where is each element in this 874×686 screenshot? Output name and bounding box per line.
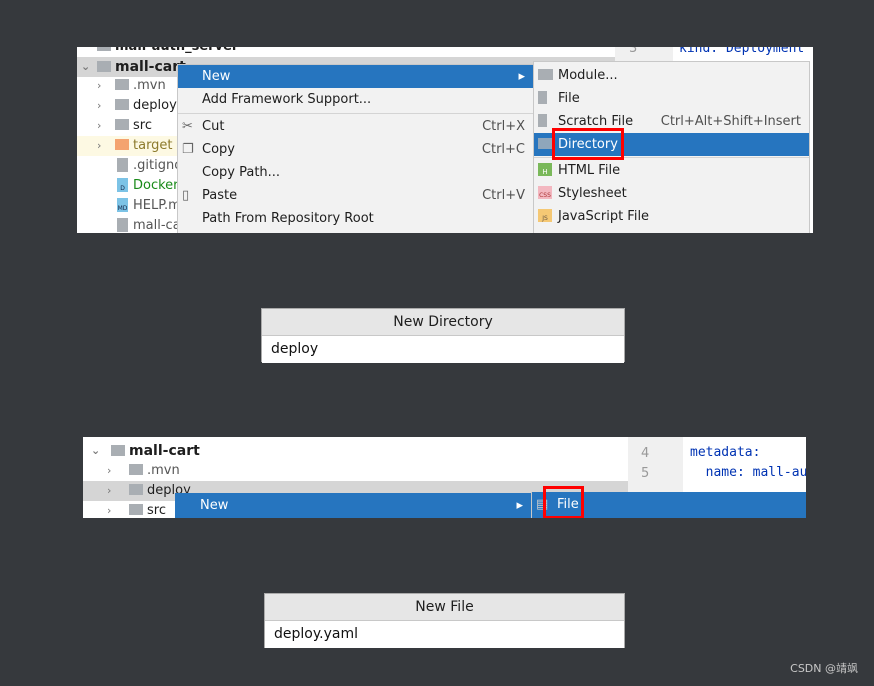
context-menu: New ▸: [175, 493, 531, 518]
docker-icon: D: [117, 177, 128, 192]
file-name-input[interactable]: [265, 621, 624, 648]
editor: 4 metadata: 5 name: mall-au: [628, 437, 806, 492]
chevron-down-icon[interactable]: ⌄: [81, 57, 90, 77]
file-icon: [117, 217, 128, 232]
line-number: 4: [641, 446, 650, 461]
chevron-right-icon[interactable]: ›: [97, 136, 101, 156]
submenu-arrow-icon: ▸: [516, 498, 523, 513]
scissors-icon: ✂: [182, 119, 193, 134]
submenu-item-html-file[interactable]: H HTML File: [534, 159, 809, 182]
markdown-icon: MD: [117, 197, 128, 212]
folder-icon: [115, 119, 129, 130]
line-number: 5: [641, 466, 650, 481]
folder-icon: [129, 504, 143, 515]
chevron-right-icon[interactable]: ›: [107, 501, 111, 518]
folder-icon: [129, 464, 143, 475]
menu-item-path-from-repository-root[interactable]: Path From Repository Root: [178, 207, 533, 230]
tree-item[interactable]: › src: [107, 501, 166, 518]
tree-item[interactable]: › deploy: [97, 96, 177, 116]
highlight-box: [543, 486, 584, 518]
submenu-arrow-icon: ▸: [518, 69, 525, 84]
tree-item[interactable]: › .mvn: [97, 76, 166, 96]
submenu-item-stylesheet[interactable]: CSS Stylesheet: [534, 182, 809, 205]
new-file-dialog: New File: [264, 593, 625, 648]
separator: [178, 113, 533, 114]
code-line: metadata:: [690, 445, 761, 460]
directory-name-input[interactable]: [262, 336, 624, 363]
code-line: name: mall-au: [690, 465, 806, 480]
chevron-right-icon[interactable]: ›: [107, 481, 111, 501]
module-icon: [97, 47, 111, 51]
tree-item[interactable]: › src: [97, 116, 152, 136]
copy-icon: ❐: [182, 142, 194, 157]
html-icon: H: [538, 159, 557, 182]
watermark: CSDN @靖飒: [790, 662, 858, 675]
folder-icon: [115, 79, 129, 90]
tree-item-project[interactable]: ⌄ mall-cart: [91, 441, 200, 461]
menu-item-paste[interactable]: ▯ Paste Ctrl+V: [178, 184, 533, 207]
chevron-right-icon[interactable]: ›: [97, 116, 101, 136]
menu-item-new[interactable]: New ▸: [178, 65, 533, 88]
code-line: kind: Deployment: [679, 47, 805, 56]
line-number: 3: [629, 47, 638, 56]
step3-screenshot: ⌄ mall-cart › .mvn › deploy › src 4 metadata…: [83, 437, 806, 518]
gitignore-icon: [117, 157, 128, 172]
folder-icon: [115, 139, 129, 150]
submenu-item-file[interactable]: File: [534, 87, 809, 110]
module-icon: [97, 60, 111, 72]
clipboard-icon: ▯: [182, 188, 190, 203]
scratch-file-icon: [538, 110, 552, 133]
css-icon: CSS: [538, 182, 557, 205]
tree-item-partial[interactable]: mall-auth_server: [97, 47, 238, 57]
submenu-item-module[interactable]: Module...: [534, 64, 809, 87]
module-icon: [111, 444, 125, 456]
dialog-title: New Directory: [262, 309, 624, 336]
new-directory-dialog: New Directory: [261, 308, 625, 363]
chevron-right-icon[interactable]: ›: [97, 96, 101, 116]
submenu-item-javascript-file[interactable]: JS JavaScript File: [534, 205, 809, 228]
highlight-box: [552, 128, 624, 160]
tree-item[interactable]: › .mvn: [107, 461, 180, 481]
chevron-down-icon[interactable]: ⌄: [91, 441, 100, 461]
dialog-title: New File: [265, 594, 624, 621]
file-icon: [538, 87, 552, 110]
menu-item-copy[interactable]: ❐ Copy Ctrl+C: [178, 138, 533, 161]
chevron-right-icon[interactable]: ›: [97, 76, 101, 96]
folder-icon: [115, 99, 129, 110]
menu-item-cut[interactable]: ✂ Cut Ctrl+X: [178, 115, 533, 138]
chevron-right-icon[interactable]: ›: [107, 461, 111, 481]
gutter: [628, 437, 683, 492]
menu-item-copy-path[interactable]: Copy Path...: [178, 161, 533, 184]
menu-item-add-framework-support[interactable]: Add Framework Support...: [178, 88, 533, 111]
js-icon: JS: [538, 205, 557, 228]
menu-item-new[interactable]: New ▸: [175, 494, 531, 517]
context-menu: New ▸ Add Framework Support... ✂ Cut Ctrl+X…: [177, 64, 534, 233]
module-icon: [538, 64, 557, 87]
folder-icon: [129, 484, 143, 495]
step1-screenshot: mall-auth_server ⌄mall-cart ›.mvn ›deplo…: [77, 47, 813, 233]
